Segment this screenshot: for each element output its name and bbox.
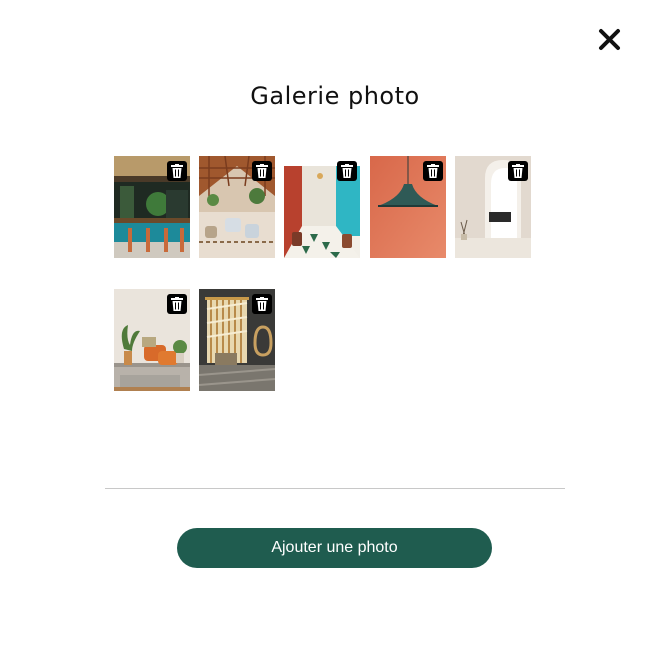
trash-icon[interactable] bbox=[337, 161, 357, 181]
gallery-photo-bar-interior-teal-counter[interactable] bbox=[114, 156, 190, 258]
gallery-photo-pendant-lamp-orange-wall[interactable] bbox=[370, 156, 446, 258]
trash-icon[interactable] bbox=[252, 161, 272, 181]
divider bbox=[105, 488, 565, 489]
close-icon[interactable] bbox=[596, 26, 623, 53]
trash-icon[interactable] bbox=[423, 161, 443, 181]
trash-icon[interactable] bbox=[252, 294, 272, 314]
add-photo-button[interactable]: Ajouter une photo bbox=[177, 528, 492, 568]
gallery-photo-restaurant-wooden-roof[interactable] bbox=[199, 156, 275, 258]
page-title: Galerie photo bbox=[250, 82, 420, 110]
gallery-photo-white-arch-minimal-room[interactable] bbox=[455, 156, 531, 258]
trash-icon[interactable] bbox=[508, 161, 528, 181]
trash-icon[interactable] bbox=[167, 161, 187, 181]
photo-gallery-modal: Galerie photo Ajouter une photo bbox=[0, 0, 670, 670]
gallery-photo-restaurant-checkered-floor[interactable] bbox=[284, 156, 360, 258]
trash-icon[interactable] bbox=[167, 294, 187, 314]
gallery-photo-living-room-plants-orange-sofa[interactable] bbox=[114, 289, 190, 391]
gallery-photo-lounge-wooden-screen-rattan-chair[interactable] bbox=[199, 289, 275, 391]
